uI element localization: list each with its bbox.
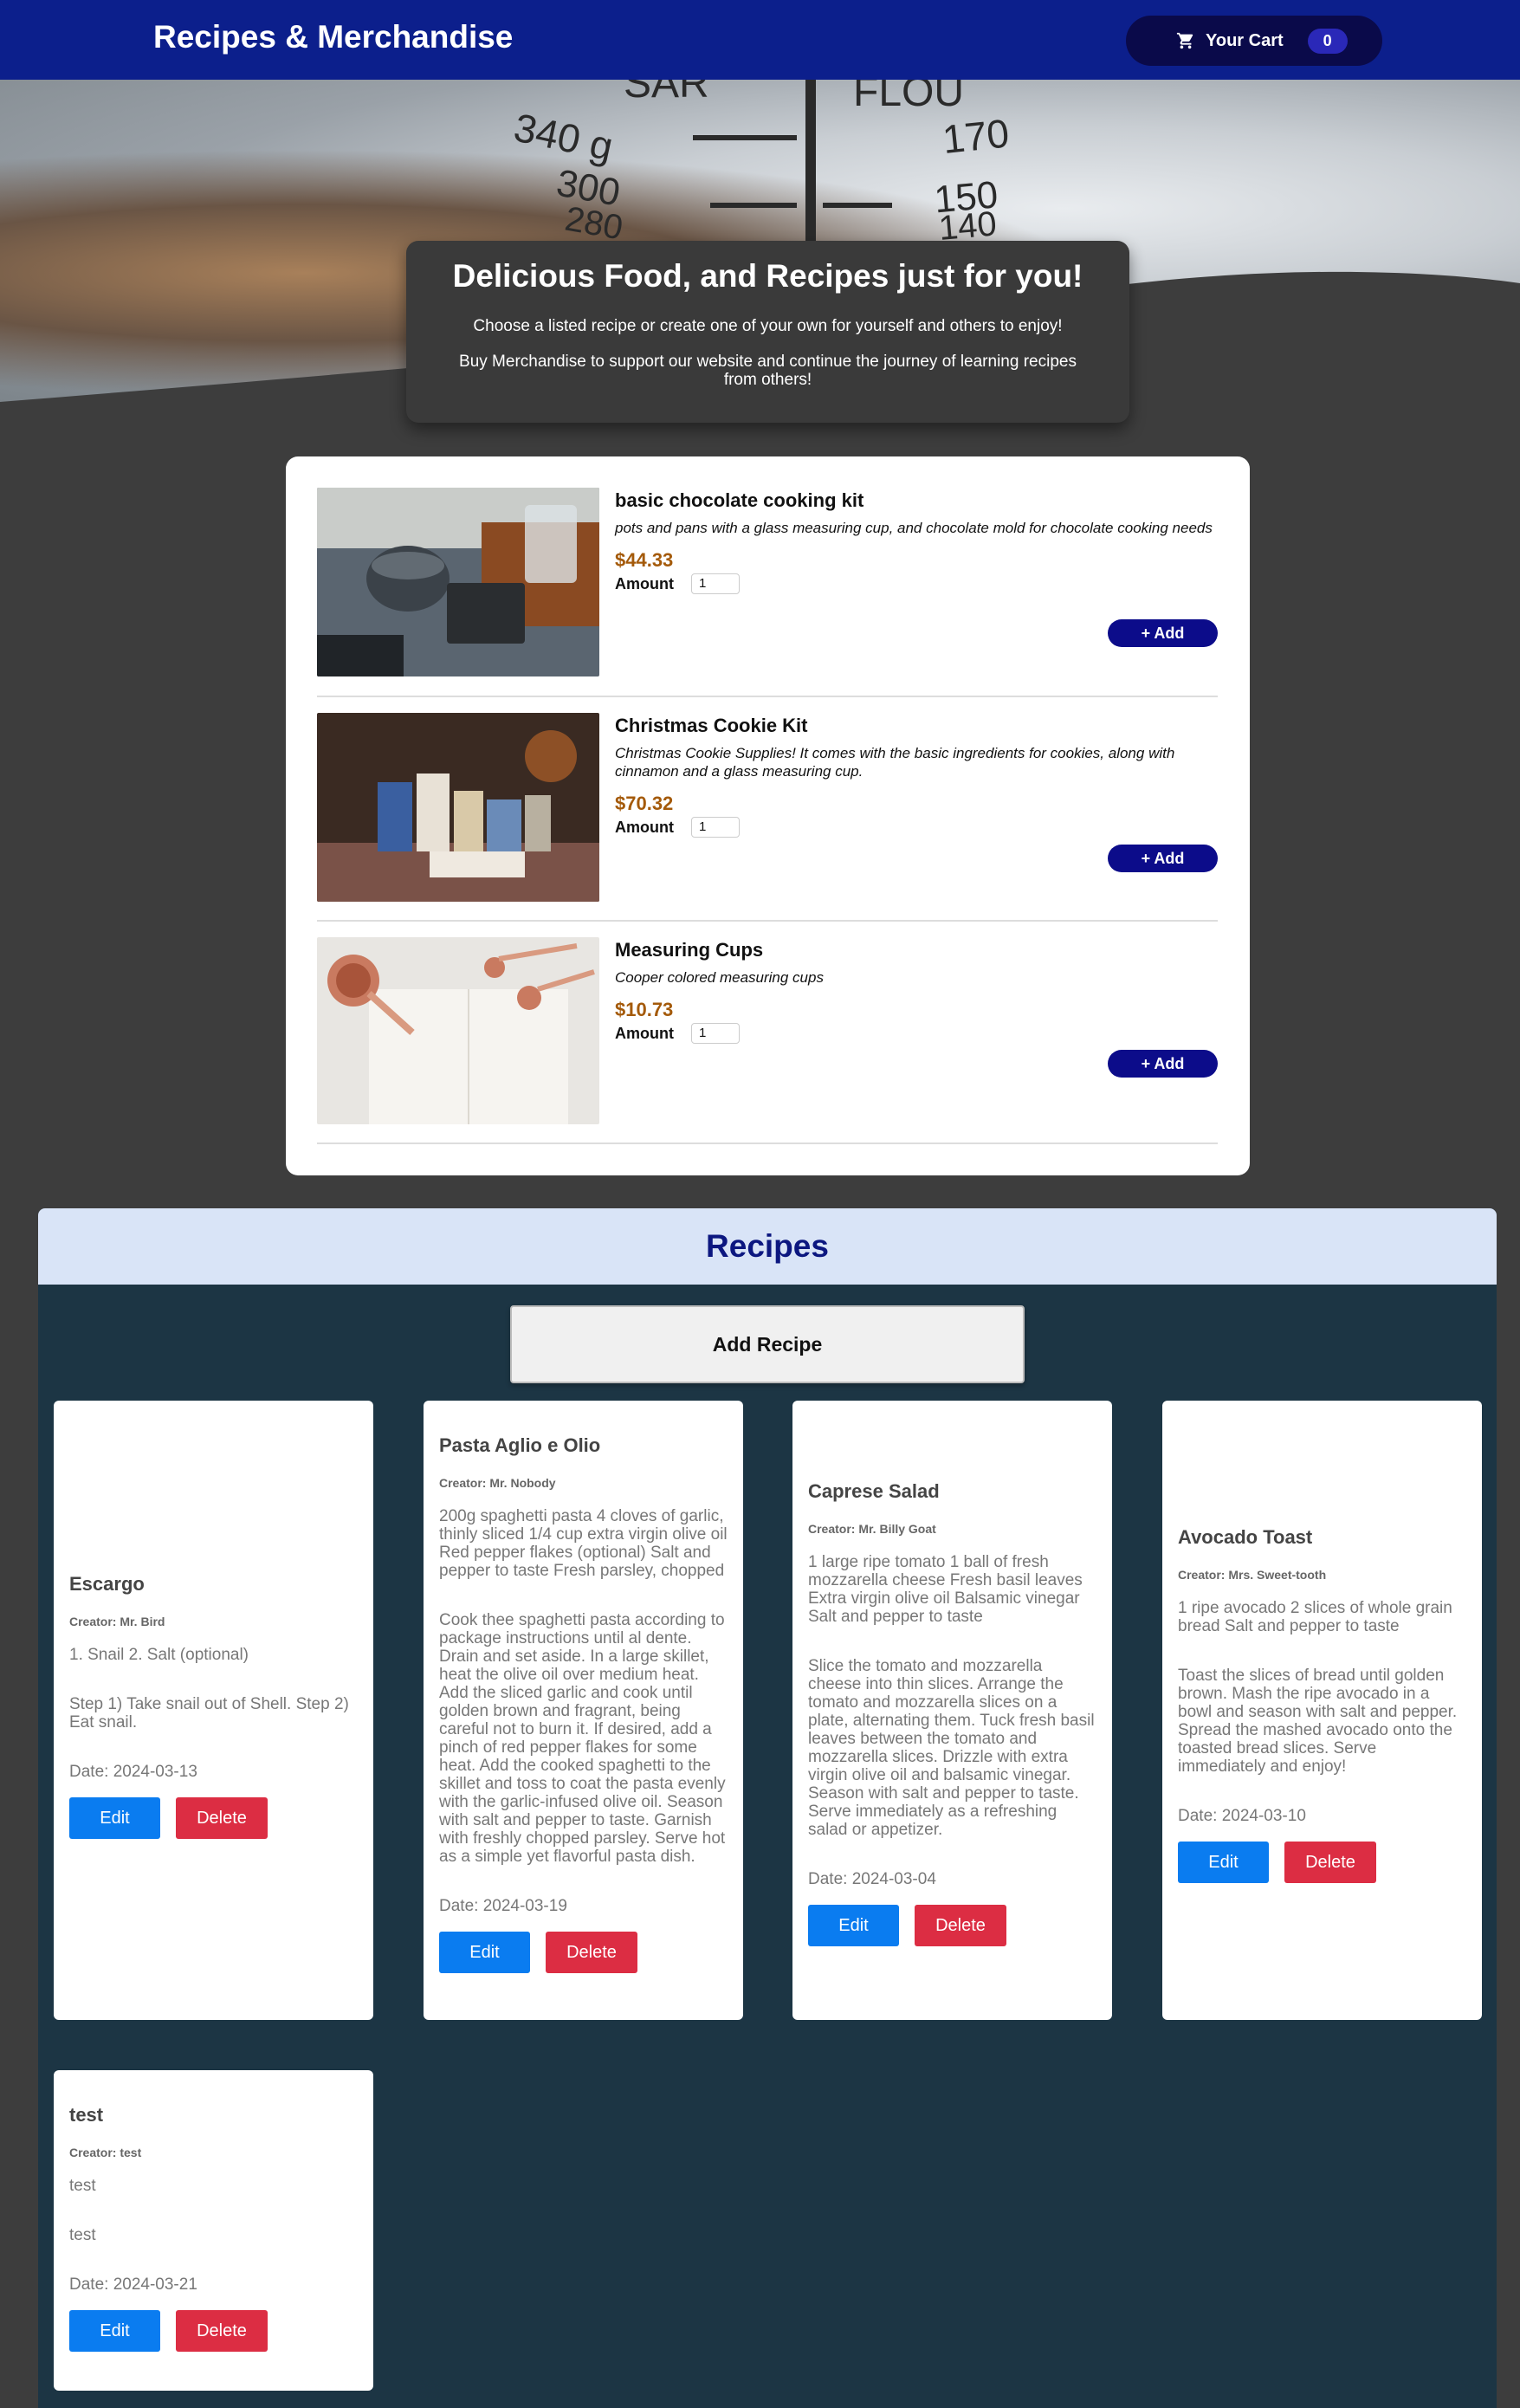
recipe-actions: Edit Delete	[69, 2310, 358, 2352]
recipe-card: Escargo Creator: Mr. Bird 1. Snail 2. Sa…	[54, 1401, 373, 2020]
product-name: Measuring Cups	[615, 939, 764, 961]
product-name: Christmas Cookie Kit	[615, 715, 808, 736]
product-name: basic chocolate cooking kit	[615, 489, 864, 511]
recipe-ingredients: 1 ripe avocado 2 slices of whole grain b…	[1178, 1599, 1452, 1635]
recipe-ingredients: 1 large ripe tomato 1 ball of fresh mozz…	[808, 1553, 1083, 1626]
recipe-actions: Edit Delete	[1178, 1842, 1466, 1883]
recipe-card: Avocado Toast Creator: Mrs. Sweet-tooth …	[1162, 1401, 1482, 2020]
recipe-date: Date: 2024-03-10	[1178, 1807, 1306, 1825]
product-description: Cooper colored measuring cups	[615, 969, 824, 986]
add-recipe-button[interactable]: Add Recipe	[510, 1305, 1025, 1383]
top-navbar: Recipes & Merchandise Your Cart 0	[0, 0, 1520, 80]
add-to-cart-button[interactable]: + Add	[1108, 845, 1218, 872]
recipe-title: Pasta Aglio e Olio	[439, 1434, 601, 1456]
edit-recipe-button[interactable]: Edit	[69, 1797, 160, 1839]
edit-recipe-button[interactable]: Edit	[808, 1905, 899, 1946]
product-description: pots and pans with a glass measuring cup…	[615, 520, 1213, 536]
recipe-title: Avocado Toast	[1178, 1526, 1313, 1548]
product-image-measuring-cups	[317, 937, 599, 1124]
delete-recipe-button[interactable]: Delete	[546, 1932, 637, 1973]
amount-label: Amount	[615, 574, 674, 592]
recipe-creator: Creator: Mr. Nobody	[439, 1476, 556, 1490]
amount-label: Amount	[615, 818, 674, 836]
product-price: $70.32	[615, 793, 674, 814]
add-to-cart-button[interactable]: + Add	[1108, 1050, 1218, 1078]
recipe-creator: Creator: Mrs. Sweet-tooth	[1178, 1568, 1327, 1582]
merchandise-panel: basic chocolate cooking kit pots and pan…	[286, 456, 1250, 1175]
hero-subtitle-recipes: Choose a listed recipe or create one of …	[473, 317, 1063, 335]
amount-input[interactable]: 1	[690, 817, 740, 838]
recipe-steps: Cook thee spaghetti pasta according to p…	[439, 1611, 726, 1866]
recipe-title: Caprese Salad	[808, 1480, 940, 1502]
product-price: $44.33	[615, 549, 674, 571]
recipe-ingredients: 200g spaghetti pasta 4 cloves of garlic,…	[439, 1507, 728, 1580]
product-price: $10.73	[615, 999, 674, 1020]
recipe-date: Date: 2024-03-19	[439, 1897, 567, 1915]
recipe-ingredients: test	[69, 2177, 96, 2195]
product-info: basic chocolate cooking kit pots and pan…	[615, 488, 1213, 594]
amount-label: Amount	[615, 1024, 674, 1042]
product-divider	[317, 696, 1218, 697]
amount-row: Amount 1	[615, 817, 1213, 838]
product-info: Measuring Cups Cooper colored measuring …	[615, 937, 1213, 1044]
product-info: Christmas Cookie Kit Christmas Cookie Su…	[615, 713, 1213, 838]
recipe-creator: Creator: Mr. Billy Goat	[808, 1522, 936, 1536]
recipe-actions: Edit Delete	[69, 1797, 358, 1839]
product-divider	[317, 1143, 1218, 1144]
shopping-cart-icon	[1176, 32, 1193, 49]
delete-recipe-button[interactable]: Delete	[915, 1905, 1006, 1946]
hero-subtitle-merchandise: Buy Merchandise to support our website a…	[459, 353, 1077, 389]
edit-recipe-button[interactable]: Edit	[439, 1932, 530, 1973]
recipe-steps: test	[69, 2226, 96, 2244]
amount-row: Amount 1	[615, 1023, 1213, 1044]
recipe-steps: Step 1) Take snail out of Shell. Step 2)…	[69, 1695, 349, 1732]
product-image-chocolate-kit	[317, 488, 599, 676]
recipes-section: Recipes Add Recipe Escargo Creator: Mr. …	[38, 1208, 1497, 2408]
edit-recipe-button[interactable]: Edit	[1178, 1842, 1269, 1883]
recipe-date: Date: 2024-03-21	[69, 2275, 197, 2294]
recipe-actions: Edit Delete	[439, 1932, 728, 1973]
delete-recipe-button[interactable]: Delete	[176, 2310, 268, 2352]
recipe-card: test Creator: test test test Date: 2024-…	[54, 2070, 373, 2391]
product-image-christmas-cookie-kit	[317, 713, 599, 902]
amount-input[interactable]: 1	[690, 1023, 740, 1044]
amount-input[interactable]: 1	[690, 573, 740, 594]
hero-message-box: Delicious Food, and Recipes just for you…	[406, 241, 1129, 423]
recipe-date: Date: 2024-03-13	[69, 1763, 197, 1781]
amount-row: Amount 1	[615, 573, 1213, 594]
delete-recipe-button[interactable]: Delete	[1284, 1842, 1376, 1883]
cart-button[interactable]: Your Cart 0	[1126, 16, 1382, 66]
site-brand[interactable]: Recipes & Merchandise	[153, 19, 513, 55]
cart-count-badge: 0	[1307, 28, 1348, 54]
cart-label: Your Cart	[1206, 30, 1284, 50]
hero-title: Delicious Food, and Recipes just for you…	[452, 258, 1083, 294]
recipe-ingredients: 1. Snail 2. Salt (optional)	[69, 1646, 249, 1664]
recipe-title: Escargo	[69, 1573, 145, 1595]
recipe-creator: Creator: test	[69, 2146, 142, 2159]
recipe-creator: Creator: Mr. Bird	[69, 1615, 165, 1628]
recipe-steps: Toast the slices of bread until golden b…	[1178, 1667, 1458, 1776]
add-to-cart-button[interactable]: + Add	[1108, 619, 1218, 647]
recipe-date: Date: 2024-03-04	[808, 1870, 936, 1888]
recipe-steps: Slice the tomato and mozzarella cheese i…	[808, 1657, 1095, 1839]
recipes-heading: Recipes	[38, 1208, 1497, 1285]
recipe-actions: Edit Delete	[808, 1905, 1096, 1946]
recipe-card: Pasta Aglio e Olio Creator: Mr. Nobody 2…	[424, 1401, 743, 2020]
product-description: Christmas Cookie Supplies! It comes with…	[615, 745, 1175, 780]
product-divider	[317, 920, 1218, 922]
recipe-card: Caprese Salad Creator: Mr. Billy Goat 1 …	[792, 1401, 1112, 2020]
edit-recipe-button[interactable]: Edit	[69, 2310, 160, 2352]
recipe-title: test	[69, 2104, 104, 2126]
delete-recipe-button[interactable]: Delete	[176, 1797, 268, 1839]
